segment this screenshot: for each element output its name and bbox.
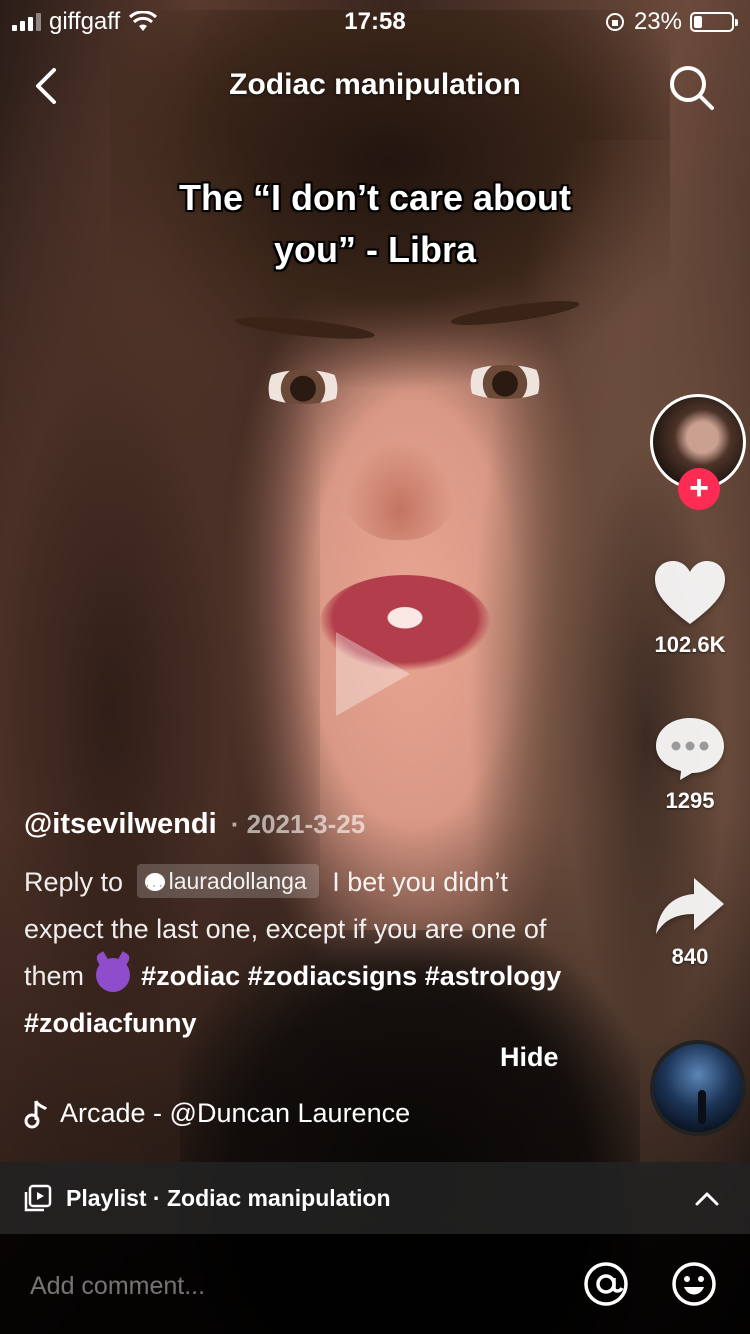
reply-to-user: lauradollanga [168, 868, 307, 894]
comment-bar [0, 1234, 750, 1334]
search-icon[interactable] [666, 62, 718, 114]
video-caption: The “I don’t care about you” - Libra [178, 177, 572, 270]
hashtag[interactable]: #zodiacsigns [248, 961, 418, 991]
comment-bubble-icon [144, 869, 165, 903]
reply-to-chip[interactable]: lauradollanga [136, 864, 319, 903]
chevron-up-icon[interactable] [692, 1184, 722, 1214]
comment-input[interactable] [30, 1264, 530, 1308]
comment-button[interactable]: 1295 [630, 716, 750, 814]
follow-button[interactable]: + [678, 468, 720, 510]
post-date: · 2021-3-25 [230, 809, 366, 839]
music-disc[interactable] [650, 1040, 746, 1136]
top-nav: Zodiac manipulation [0, 56, 750, 116]
orientation-lock-icon [605, 13, 624, 31]
share-count: 840 [671, 944, 709, 969]
like-count: 102.6K [654, 632, 726, 657]
smiling-devil-emoji-icon [95, 958, 130, 992]
author-username[interactable]: @itsevilwendi [24, 808, 217, 840]
comment-count: 1295 [665, 788, 715, 813]
page-title: Zodiac manipulation [229, 68, 521, 101]
disc-cover-figure [698, 1090, 706, 1124]
hashtag[interactable]: #zodiac [141, 961, 240, 991]
playlist-icon [24, 1184, 52, 1212]
share-arrow-icon [656, 878, 724, 934]
music-note-icon [24, 1099, 48, 1128]
video-frame-nose [345, 440, 455, 540]
battery-percent: 23% [633, 8, 682, 35]
smiley-icon[interactable] [670, 1260, 718, 1308]
at-sign-icon[interactable] [582, 1260, 630, 1308]
status-right: 23% [604, 8, 738, 36]
hide-description-button[interactable]: Hide [500, 1042, 559, 1073]
post-text: Reply to lauradollanga I bet you didn’t … [24, 859, 584, 1047]
share-button[interactable]: 840 [630, 876, 750, 970]
post-description: @itsevilwendi · 2021-3-25 Reply to laura… [24, 808, 584, 1047]
playlist-bar[interactable]: Playlist · Zodiac manipulation [0, 1162, 750, 1234]
reply-to-label: Reply to [24, 867, 124, 897]
heart-icon [655, 561, 725, 624]
video-frame-eye [258, 370, 348, 404]
battery-icon [690, 12, 738, 32]
music-label: Arcade - @Duncan Laurence [60, 1098, 411, 1128]
author-line: @itsevilwendi · 2021-3-25 [24, 808, 584, 841]
status-bar: giffgaff 17:58 23% [0, 0, 750, 40]
comment-bubble-icon [656, 718, 724, 780]
music-info[interactable]: Arcade - @Duncan Laurence [24, 1098, 410, 1129]
hashtag[interactable]: #astrology [425, 961, 562, 991]
like-button[interactable]: 102.6K [630, 560, 750, 658]
play-icon[interactable] [336, 632, 410, 716]
video-frame-eye [460, 365, 550, 399]
playlist-label: Playlist · Zodiac manipulation [66, 1184, 391, 1211]
hashtag[interactable]: #zodiacfunny [24, 1008, 197, 1038]
